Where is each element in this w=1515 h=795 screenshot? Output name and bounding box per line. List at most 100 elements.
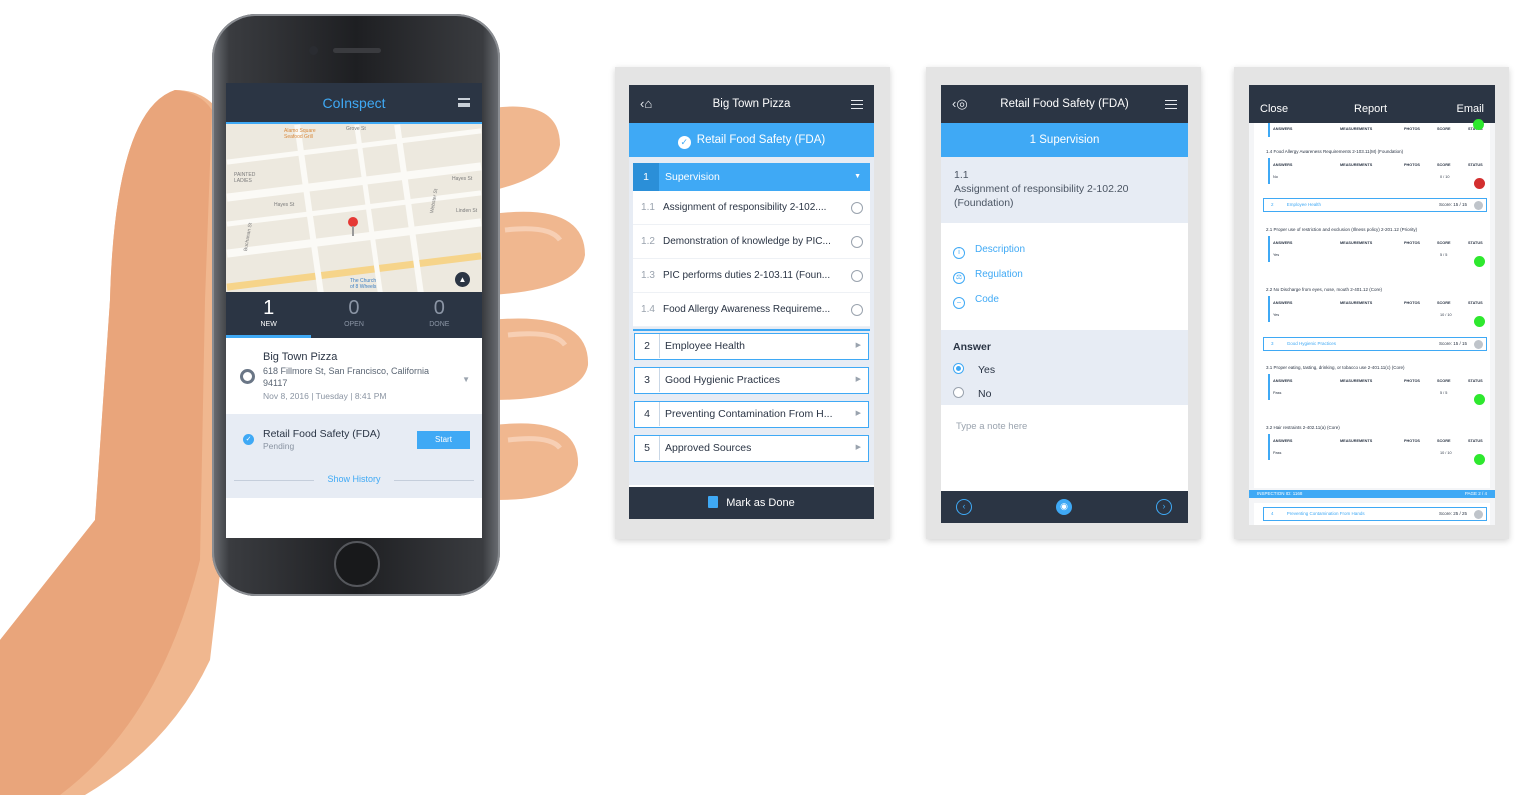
column-header: STATUS	[1468, 301, 1483, 305]
column-header: STATUS	[1468, 439, 1483, 443]
link-label: Code	[975, 294, 999, 305]
list-item[interactable]: 1.3 PIC performs duties 2-103.11 (Foun...	[633, 259, 870, 293]
section-number: 2	[1271, 202, 1274, 207]
section-good-hygienic-practices[interactable]: 3 Good Hygienic Practices ▶	[634, 367, 869, 394]
section-preventing-contamination[interactable]: 4 Preventing Contamination From H... ▶	[634, 401, 869, 428]
item-label: Assignment of responsibility 2-102....	[663, 202, 827, 213]
status-dot-pass	[1474, 316, 1485, 327]
camera-icon[interactable]: ◉	[1056, 499, 1072, 515]
column-header: PHOTOS	[1404, 439, 1420, 443]
close-button[interactable]: Close	[1260, 103, 1288, 115]
status-dot-pass	[1474, 256, 1485, 267]
column-header: SCORE	[1437, 379, 1451, 383]
link-label: Description	[975, 244, 1026, 255]
column-header: SCORE	[1437, 163, 1451, 167]
tab-done[interactable]: 0 DONE	[397, 292, 482, 338]
radio-icon[interactable]	[851, 304, 863, 316]
section-number: 3	[635, 368, 660, 392]
mark-as-done-button[interactable]: Mark as Done	[629, 487, 874, 519]
score-value: 10 / 10	[1440, 451, 1452, 455]
home-button[interactable]	[334, 541, 380, 587]
collapse-map-icon[interactable]: ▲	[455, 272, 470, 287]
score-value: 0 / 10	[1440, 175, 1450, 179]
caret-right-icon: ▶	[855, 342, 861, 349]
hamburger-menu-icon[interactable]	[458, 98, 470, 107]
checklist-title: Big Town Pizza	[712, 98, 791, 110]
report-page: 4 Preventing Contamination From Hands Sc…	[1254, 503, 1490, 525]
report-question: 3.2 Hair restraints 2-402.11(a) (Core)	[1266, 425, 1340, 430]
question-heading: 1.1 Assignment of responsibility 2-102.2…	[941, 157, 1188, 223]
section-label: Employee Health	[1286, 202, 1322, 207]
hamburger-menu-icon[interactable]	[851, 100, 863, 109]
answer-value: Pass	[1273, 451, 1282, 455]
chevron-down-icon[interactable]: ▼	[462, 375, 470, 384]
score-circle-icon	[1474, 510, 1483, 519]
caret-right-icon: ▶	[855, 410, 861, 417]
question-section-bar: 1 Supervision	[941, 123, 1188, 157]
section-label: Good Hygienic Practices	[665, 374, 780, 386]
column-header: ANSWERS	[1273, 163, 1293, 167]
answer-value: Yes	[1273, 313, 1280, 317]
tab-count: 0	[433, 297, 445, 319]
question-header: ‹◎ Retail Food Safety (FDA)	[941, 85, 1188, 123]
previous-icon[interactable]: ‹	[956, 499, 972, 515]
tab-open[interactable]: 0 OPEN	[311, 292, 396, 338]
option-label: No	[978, 388, 992, 400]
column-header: SCORE	[1437, 439, 1451, 443]
column-header: ANSWERS	[1273, 127, 1293, 131]
location-card[interactable]: Big Town Pizza 618 Fillmore St, San Fran…	[226, 343, 482, 413]
item-number: 1.2	[641, 236, 655, 247]
score-value: 5 / 5	[1440, 253, 1448, 257]
answer-bar	[1268, 374, 1270, 400]
next-icon[interactable]: ›	[1156, 499, 1172, 515]
section-label: Preventing Contamination From H...	[665, 408, 833, 420]
start-button[interactable]: Start	[417, 431, 470, 449]
regulation-link[interactable]: ⚖ Regulation	[953, 268, 1176, 284]
answer-title: Answer	[953, 341, 991, 353]
show-history-link[interactable]: Show History	[226, 474, 482, 484]
note-input[interactable]: Type a note here	[941, 405, 1188, 493]
section-employee-health[interactable]: 2 Employee Health ▶	[634, 333, 869, 360]
radio-icon[interactable]	[851, 270, 863, 282]
list-item[interactable]: 1.2 Demonstration of knowledge by PIC...	[633, 225, 870, 259]
list-item[interactable]: 1.1 Assignment of responsibility 2-102...…	[633, 191, 870, 225]
report-question: 1.4 Food Allergy Awareness Requirements …	[1266, 149, 1404, 154]
option-label: Yes	[978, 364, 996, 376]
map-label-hayes-1: Hayes St	[274, 202, 295, 208]
section-approved-sources[interactable]: 5 Approved Sources ▶	[634, 435, 869, 462]
report-title: Report	[1354, 103, 1388, 115]
hamburger-menu-icon[interactable]	[1165, 100, 1177, 109]
tab-new[interactable]: 1 NEW	[226, 292, 312, 338]
radio-selected-icon[interactable]	[953, 363, 964, 374]
code-link[interactable]: ‒ Code	[953, 293, 1176, 309]
map-view[interactable]: Alamo Square Seafood Grill PAINTED LADIE…	[226, 122, 482, 292]
radio-icon[interactable]	[851, 202, 863, 214]
caret-down-icon: ▼	[854, 173, 861, 180]
description-link[interactable]: i Description	[953, 243, 1176, 259]
map-label-hayes-2: Hayes St	[452, 176, 473, 182]
answer-option-yes[interactable]: Yes	[953, 358, 1176, 382]
section-supervision[interactable]: 1 Supervision ▼	[633, 163, 870, 191]
column-header: ANSWERS	[1273, 439, 1293, 443]
scales-icon: ⚖	[953, 272, 965, 284]
column-header: ANSWERS	[1273, 301, 1293, 305]
section-number: 2	[635, 334, 660, 358]
check-circle-icon: ✓	[677, 136, 691, 149]
question-links: i Description ⚖ Regulation ‒ Code	[941, 223, 1188, 330]
column-header: SCORE	[1437, 127, 1451, 131]
report-header: Close Report Email	[1249, 85, 1495, 123]
section-number: 3	[1271, 341, 1274, 346]
location-name: Big Town Pizza	[263, 351, 338, 363]
section-label: Employee Health	[665, 340, 745, 352]
report-question: 2.1 Proper use of restriction and exclus…	[1266, 227, 1418, 232]
radio-icon[interactable]	[953, 387, 964, 398]
email-button[interactable]: Email	[1456, 103, 1484, 115]
radio-icon[interactable]	[851, 236, 863, 248]
report-document[interactable]: ANSWERS MEASUREMENTS PHOTOS SCORE STATUS…	[1249, 119, 1495, 525]
list-item[interactable]: 1.4 Food Allergy Awareness Requireme...	[633, 293, 870, 327]
answer-option-no[interactable]: No	[953, 382, 1176, 406]
map-pin-icon[interactable]	[348, 217, 358, 236]
tab-label: NEW	[260, 321, 277, 328]
question-title: Retail Food Safety (FDA)	[1000, 98, 1129, 110]
inspection-id: INSPECTION ID: 1168	[1257, 491, 1303, 496]
